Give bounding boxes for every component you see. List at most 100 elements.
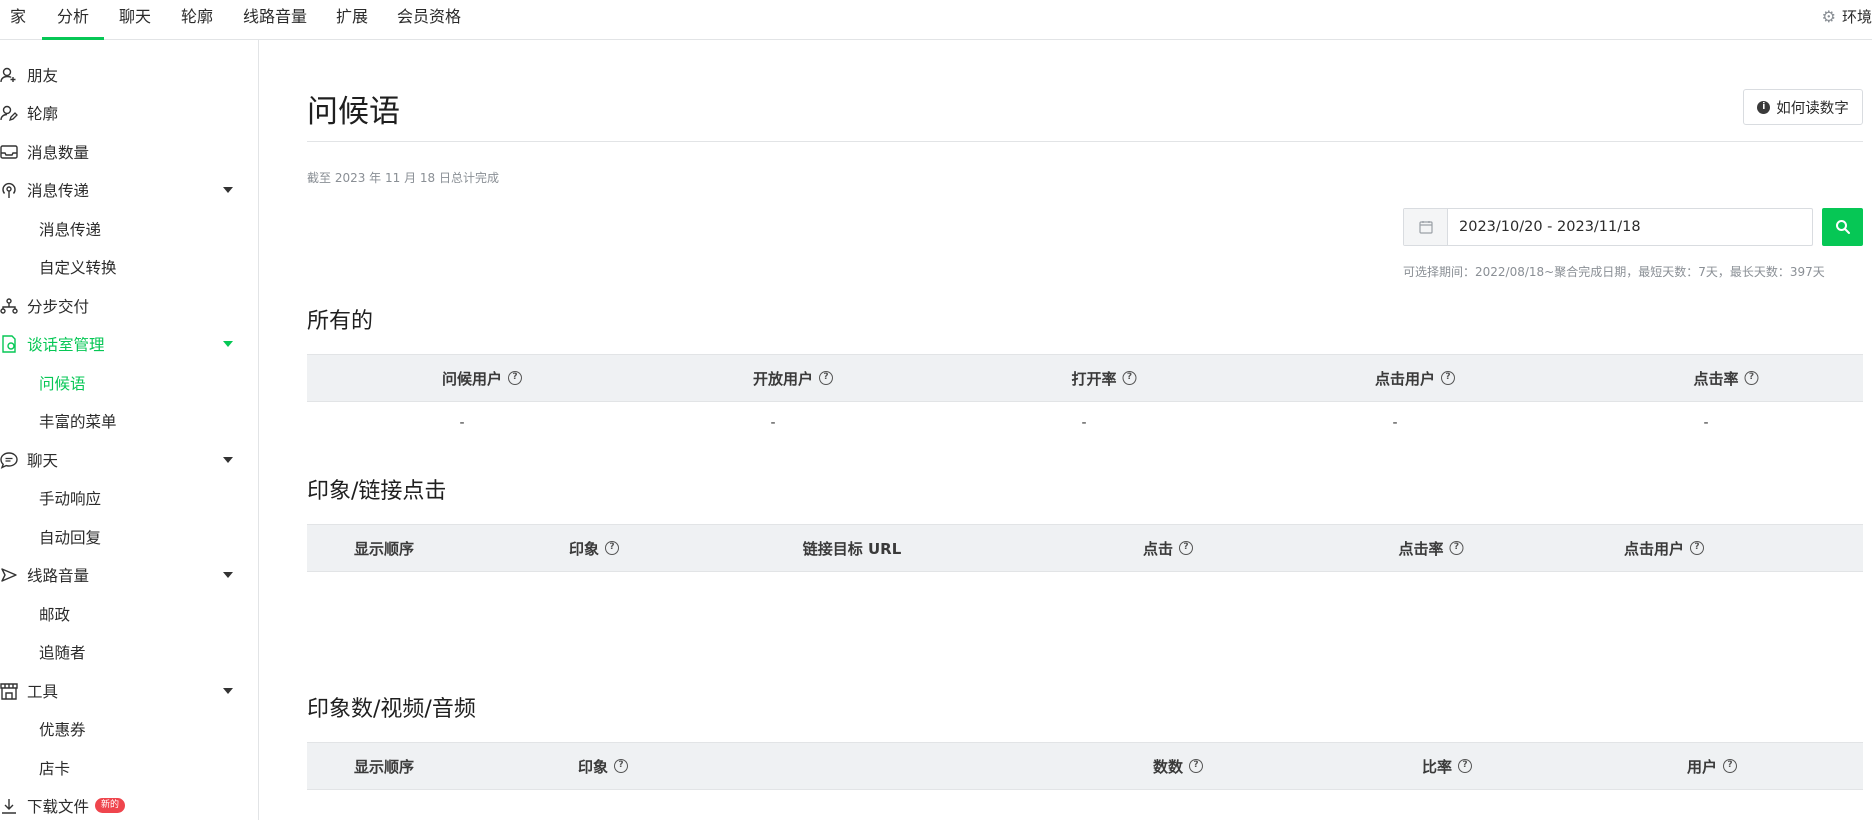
profile-edit-icon [0, 105, 18, 122]
calendar-icon[interactable] [1404, 209, 1448, 245]
sidebar-item-message-count[interactable]: 消息数量 [0, 134, 258, 170]
column-header: 数数? [1153, 743, 1204, 789]
help-icon[interactable]: ? [605, 541, 620, 555]
sidebar-item-label: 下载文件 [27, 798, 90, 816]
inbox-icon [0, 145, 18, 159]
sidebar-subitem-greeting[interactable]: 问候语 [0, 365, 258, 401]
section-title-all: 所有的 [307, 309, 374, 334]
help-icon[interactable]: ? [1441, 371, 1456, 385]
help-icon[interactable]: ? [1189, 759, 1204, 773]
sidebar-subitem-shop-card[interactable]: 店卡 [0, 750, 258, 786]
column-header: 点击率? [1693, 355, 1759, 401]
column-header: 显示顺序 [353, 539, 415, 558]
page-title: 问候语 [307, 94, 400, 130]
column-header: 链接目标 URL [802, 539, 902, 558]
date-range-input[interactable] [1448, 209, 1812, 245]
sidebar-subitem-auto-reply[interactable]: 自动回复 [0, 519, 258, 555]
sidebar-item-label: 消息数量 [27, 144, 90, 162]
section-title-media: 印象数/视频/音频 [307, 697, 476, 722]
column-header: 比率? [1422, 743, 1473, 789]
column-header: 点击率? [1398, 525, 1464, 571]
gear-icon: ⚙ [1821, 7, 1836, 26]
help-icon[interactable]: ? [819, 371, 834, 385]
sidebar-item-messaging[interactable]: 消息传递 [0, 172, 258, 208]
help-icon[interactable]: ? [508, 371, 523, 385]
help-icon[interactable]: ? [1744, 371, 1759, 385]
section-title-links: 印象/链接点击 [307, 479, 447, 504]
download-icon [2, 799, 16, 814]
tab-profile[interactable]: 轮廓 [181, 0, 213, 40]
chevron-down-icon [223, 187, 233, 193]
top-nav: 家 分析 聊天 轮廓 线路音量 扩展 会员资格 ⚙ 环境 [0, 0, 1872, 40]
tab-line-voom[interactable]: 线路音量 [243, 0, 307, 40]
column-header: 用户? [1687, 743, 1738, 789]
how-to-read-button[interactable]: i 如何读数字 [1743, 89, 1863, 125]
title-divider [307, 141, 1863, 142]
sidebar-item-label: 优惠券 [39, 721, 86, 739]
table-cell: - [1392, 415, 1398, 431]
sidebar-item-label: 消息传递 [27, 182, 90, 200]
sidebar-subitem-followers[interactable]: 追随者 [0, 634, 258, 670]
sidebar-item-label: 朋友 [27, 67, 59, 85]
sidebar-item-tools[interactable]: 工具 [0, 673, 258, 709]
column-header: 问候用户? [442, 355, 523, 401]
sidebar-item-label: 手动响应 [39, 490, 102, 508]
sidebar-subitem-messaging[interactable]: 消息传递 [0, 211, 258, 247]
sidebar-subitem-rich-menu[interactable]: 丰富的菜单 [0, 403, 258, 439]
sidebar-subitem-custom-conversion[interactable]: 自定义转换 [0, 249, 258, 285]
table-cell: - [1703, 415, 1709, 431]
help-icon[interactable]: ? [1723, 759, 1738, 773]
help-icon[interactable]: ? [1179, 541, 1194, 555]
sidebar-item-friends[interactable]: 朋友 [0, 57, 258, 93]
tab-membership[interactable]: 会员资格 [397, 0, 461, 40]
sidebar-item-step-delivery[interactable]: 分步交付 [0, 288, 258, 324]
sidebar-item-line-voom[interactable]: 线路音量 [0, 557, 258, 593]
store-tools-icon [0, 683, 18, 700]
sidebar-item-label: 邮政 [39, 606, 71, 624]
chevron-down-icon [223, 688, 233, 694]
column-header: 打开率? [1071, 355, 1137, 401]
table-header-media: 显示顺序 印象? 数数? 比率? 用户? [307, 742, 1863, 790]
settings-label: 环境 [1841, 8, 1872, 26]
help-icon[interactable]: ? [1690, 541, 1705, 555]
sidebar-item-label: 丰富的菜单 [39, 413, 117, 431]
help-icon[interactable]: ? [1122, 371, 1137, 385]
sidebar-subitem-manual-response[interactable]: 手动响应 [0, 480, 258, 516]
sidebar-item-label: 消息传递 [39, 221, 102, 239]
tab-chat[interactable]: 聊天 [119, 0, 151, 40]
sidebar-item-chat[interactable]: 聊天 [0, 442, 258, 478]
sidebar-item-label: 自定义转换 [39, 259, 117, 277]
info-icon: i [1757, 100, 1771, 114]
sidebar-item-chat-room-management[interactable]: 谈话室管理 [0, 326, 258, 362]
sidebar-item-label: 线路音量 [27, 567, 90, 585]
table-cell: - [1081, 415, 1087, 431]
sidebar-subitem-coupons[interactable]: 优惠券 [0, 711, 258, 747]
chat-room-icon [2, 335, 16, 353]
column-header: 印象? [569, 525, 620, 571]
date-range-picker[interactable] [1403, 208, 1813, 246]
step-delivery-icon [0, 298, 18, 314]
sidebar-item-profile[interactable]: 轮廓 [0, 95, 258, 131]
help-icon[interactable]: ? [1458, 759, 1473, 773]
tab-extensions[interactable]: 扩展 [336, 0, 368, 40]
aggregation-note: 截至 2023 年 11 月 18 日总计完成 [307, 171, 499, 185]
sidebar-item-label: 轮廓 [27, 105, 59, 123]
table-cell: - [770, 415, 776, 431]
sidebar-item-label: 追随者 [39, 644, 86, 662]
settings-link[interactable]: ⚙ 环境 [1822, 0, 1872, 40]
sidebar-subitem-posts[interactable]: 邮政 [0, 596, 258, 632]
help-icon[interactable]: ? [614, 759, 629, 773]
help-button-label: 如何读数字 [1776, 100, 1849, 117]
help-icon[interactable]: ? [1449, 541, 1464, 555]
column-header: 显示顺序 [353, 757, 415, 776]
sidebar-item-downloads[interactable]: 下载文件 新的 [0, 788, 258, 820]
chevron-down-icon [223, 341, 233, 347]
date-range-hint: 可选择期间：2022/08/18~聚合完成日期，最短天数：7天，最长天数：397… [1403, 265, 1825, 279]
table-header-links: 显示顺序 印象? 链接目标 URL 点击? 点击率? 点击用户? [307, 524, 1863, 572]
sidebar-item-label: 聊天 [27, 452, 59, 470]
column-header: 点击用户? [1375, 355, 1456, 401]
tab-home[interactable]: 家 [10, 0, 26, 40]
search-button[interactable] [1822, 208, 1863, 246]
broadcast-icon [2, 182, 16, 198]
tab-analysis[interactable]: 分析 [41, 0, 105, 40]
